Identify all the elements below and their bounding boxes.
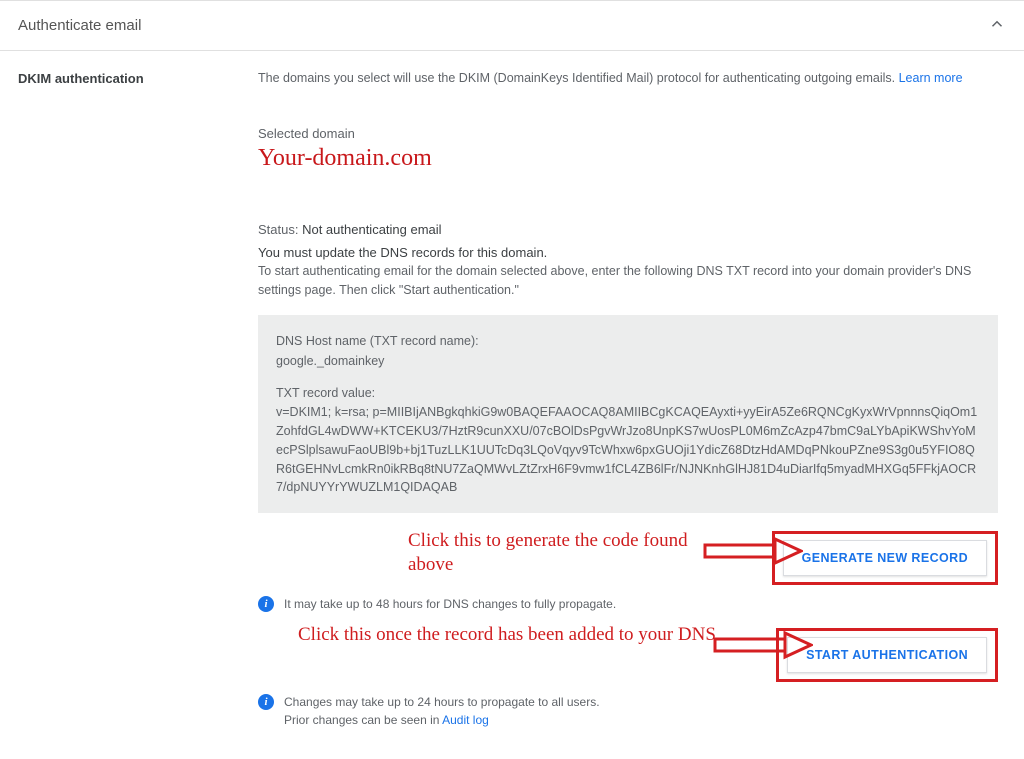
audit-log-link[interactable]: Audit log	[442, 713, 489, 727]
generate-button-row: Click this to generate the code found ab…	[258, 531, 998, 585]
info-24h-row: i Changes may take up to 24 hours to pro…	[258, 693, 998, 729]
dns-txt-label: TXT record value:	[276, 383, 980, 403]
chevron-up-icon	[988, 15, 1006, 36]
annotation-generate-wrap: Click this to generate the code found ab…	[408, 529, 688, 577]
annotation-start: Click this once the record has been adde…	[298, 623, 728, 647]
info-48h-row: i It may take up to 48 hours for DNS cha…	[258, 595, 998, 613]
info-24h-line1: Changes may take up to 24 hours to propa…	[284, 695, 600, 709]
annotation-start-wrap: Click this once the record has been adde…	[298, 623, 728, 647]
intro-body: The domains you select will use the DKIM…	[258, 71, 895, 85]
section-title: Authenticate email	[18, 17, 141, 34]
generate-new-record-button[interactable]: GENERATE NEW RECORD	[783, 540, 987, 576]
start-button-row: Click this once the record has been adde…	[258, 627, 998, 683]
status-value: Not authenticating email	[302, 222, 441, 237]
info-24h-line2-prefix: Prior changes can be seen in	[284, 713, 442, 727]
learn-more-link[interactable]: Learn more	[899, 71, 963, 85]
info-48h-text: It may take up to 48 hours for DNS chang…	[284, 595, 616, 613]
info-icon: i	[258, 694, 274, 710]
left-column: DKIM authentication	[18, 69, 258, 729]
generate-button-frame: GENERATE NEW RECORD	[772, 531, 998, 585]
selected-domain-value: Your-domain.com	[258, 145, 998, 172]
selected-domain-label: Selected domain	[258, 126, 998, 141]
dkim-heading: DKIM authentication	[18, 71, 258, 86]
arrow-right-icon	[703, 535, 803, 567]
annotation-generate: Click this to generate the code found ab…	[408, 529, 688, 577]
info-icon: i	[258, 596, 274, 612]
status-label: Status:	[258, 222, 298, 237]
status-line: Status: Not authenticating email	[258, 222, 998, 237]
update-instruction: To start authenticating email for the do…	[258, 262, 998, 300]
intro-text: The domains you select will use the DKIM…	[258, 69, 998, 88]
dns-host-value: google._domainkey	[276, 351, 980, 371]
update-heading: You must update the DNS records for this…	[258, 245, 998, 260]
dns-record-box: DNS Host name (TXT record name): google.…	[258, 315, 998, 513]
section-header-authenticate-email[interactable]: Authenticate email	[0, 0, 1024, 51]
right-column: The domains you select will use the DKIM…	[258, 69, 998, 729]
arrow-right-icon	[713, 629, 813, 661]
dns-txt-value: v=DKIM1; k=rsa; p=MIIBIjANBgkqhkiG9w0BAQ…	[276, 403, 980, 497]
info-24h-text: Changes may take up to 24 hours to propa…	[284, 693, 600, 729]
start-authentication-button[interactable]: START AUTHENTICATION	[787, 637, 987, 673]
dns-host-label: DNS Host name (TXT record name):	[276, 331, 980, 351]
